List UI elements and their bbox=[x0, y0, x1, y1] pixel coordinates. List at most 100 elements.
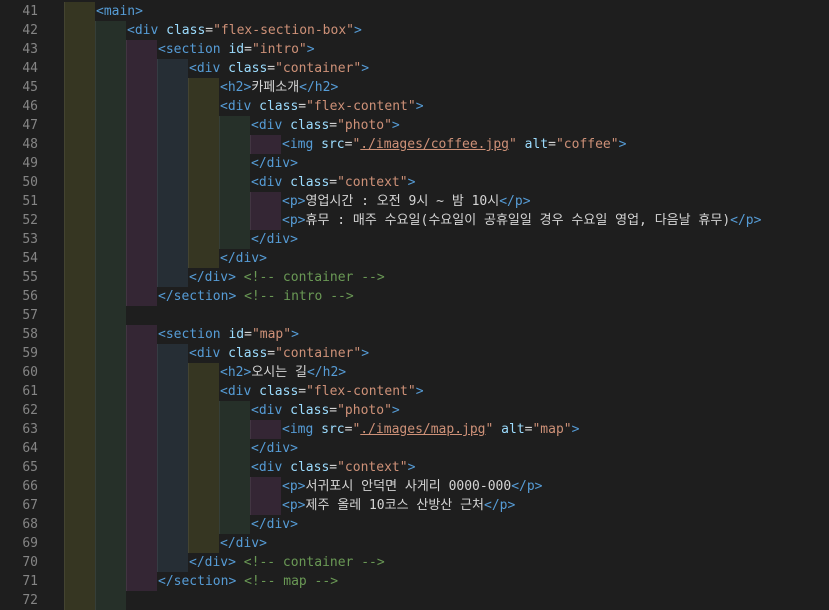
indent-guide-line bbox=[219, 401, 220, 420]
code-line[interactable]: 49 </div> bbox=[0, 154, 829, 173]
token-tag: </p> bbox=[499, 194, 531, 209]
indent-guide bbox=[188, 192, 219, 211]
indent-guide bbox=[95, 591, 126, 610]
indent-guide bbox=[126, 192, 157, 211]
code-line[interactable]: 47 <div class="photo"> bbox=[0, 116, 829, 135]
indent-guide-line bbox=[126, 135, 127, 154]
token-str: " bbox=[509, 137, 517, 152]
indent-guide bbox=[126, 363, 157, 382]
indent-guide-line bbox=[95, 97, 96, 116]
token-text: = bbox=[244, 327, 252, 342]
code-line[interactable]: 62 <div class="photo"> bbox=[0, 401, 829, 420]
indent-guide-line bbox=[95, 439, 96, 458]
code-line[interactable]: 64 </div> bbox=[0, 439, 829, 458]
code-text: </div> bbox=[220, 534, 267, 553]
indent-guide bbox=[64, 173, 95, 192]
token-link[interactable]: ./images/coffee.jpg bbox=[360, 137, 509, 152]
line-number: 53 bbox=[22, 232, 38, 247]
indent-guide-line bbox=[157, 192, 158, 211]
code-line[interactable]: 52 <p>휴무 : 매주 수요일(수요일이 공휴일일 경우 수요일 영업, 다음… bbox=[0, 211, 829, 230]
code-line[interactable]: 42 <div class="flex-section-box"> bbox=[0, 21, 829, 40]
indent-guide-line bbox=[157, 211, 158, 230]
code-line[interactable]: 63 <img src="./images/map.jpg" alt="map"> bbox=[0, 420, 829, 439]
code-line[interactable]: 45 <h2>카페소개</h2> bbox=[0, 78, 829, 97]
code-line[interactable]: 51 <p>영업시간 : 오전 9시 ~ 밤 10시</p> bbox=[0, 192, 829, 211]
token-attr: class bbox=[228, 346, 268, 361]
code-line[interactable]: 66 <p>서귀포시 안덕면 사게리 0000-000</p> bbox=[0, 477, 829, 496]
indent-guide-line bbox=[188, 458, 189, 477]
token-tag: <p> bbox=[282, 213, 306, 228]
token-tag: > bbox=[571, 422, 580, 437]
indent-guide-line bbox=[219, 154, 220, 173]
token-attr: id bbox=[228, 327, 245, 342]
code-line[interactable]: 54 </div> bbox=[0, 249, 829, 268]
indent-guide-line bbox=[64, 135, 65, 154]
indent-guide bbox=[95, 230, 126, 249]
code-line[interactable]: 53 </div> bbox=[0, 230, 829, 249]
line-number: 66 bbox=[22, 479, 38, 494]
token-tag: </h2> bbox=[299, 80, 339, 95]
token-tag: </div> bbox=[189, 270, 236, 285]
code-line[interactable]: 59 <div class="container"> bbox=[0, 344, 829, 363]
token-attr: class bbox=[259, 99, 299, 114]
code-line[interactable]: 68 </div> bbox=[0, 515, 829, 534]
code-line[interactable]: 41 <main> bbox=[0, 2, 829, 21]
code-line[interactable]: 61 <div class="flex-content"> bbox=[0, 382, 829, 401]
indent-guide-line bbox=[188, 135, 189, 154]
code-line[interactable]: 70 </div> <!-- container --> bbox=[0, 553, 829, 572]
indent-guide bbox=[126, 154, 157, 173]
code-line[interactable]: 55 </div> <!-- container --> bbox=[0, 268, 829, 287]
code-line[interactable]: 72 bbox=[0, 591, 829, 610]
token-text: = bbox=[329, 175, 338, 190]
indent-guide bbox=[64, 211, 95, 230]
code-line[interactable]: 43 <section id="intro"> bbox=[0, 40, 829, 59]
code-line[interactable]: 44 <div class="container"> bbox=[0, 59, 829, 78]
code-line[interactable]: 46 <div class="flex-content"> bbox=[0, 97, 829, 116]
token-link[interactable]: ./images/map.jpg bbox=[360, 422, 485, 437]
token-tag: <section bbox=[158, 327, 229, 342]
indent-guide-line bbox=[188, 401, 189, 420]
indent-guide-line bbox=[95, 420, 96, 439]
code-line[interactable]: 67 <p>제주 올레 10코스 산방산 근처</p> bbox=[0, 496, 829, 515]
indent-guide-line bbox=[126, 287, 127, 306]
code-line[interactable]: 58 <section id="map"> bbox=[0, 325, 829, 344]
token-text: = bbox=[267, 61, 276, 76]
indent-guide bbox=[219, 439, 250, 458]
indent-guide bbox=[126, 78, 157, 97]
token-text: 제주 올레 10코스 산방산 근처 bbox=[305, 498, 485, 513]
indent-guide bbox=[64, 2, 95, 21]
code-line[interactable]: 57 bbox=[0, 306, 829, 325]
indent-guide bbox=[219, 211, 250, 230]
code-line[interactable]: 69 </div> bbox=[0, 534, 829, 553]
token-tag: > bbox=[407, 460, 416, 475]
indent-guide-line bbox=[157, 249, 158, 268]
indent-guide bbox=[126, 116, 157, 135]
indent-guide bbox=[126, 40, 157, 59]
code-line[interactable]: 71 </section> <!-- map --> bbox=[0, 572, 829, 591]
code-text: <div class="flex-content"> bbox=[220, 382, 424, 401]
token-tag: > bbox=[354, 23, 362, 38]
indent-guide-line bbox=[126, 420, 127, 439]
code-line[interactable]: 65 <div class="context"> bbox=[0, 458, 829, 477]
indent-guide bbox=[64, 268, 95, 287]
code-line[interactable]: 60 <h2>오시는 길</h2> bbox=[0, 363, 829, 382]
token-tag: > bbox=[415, 384, 424, 399]
token-tag: <p> bbox=[282, 194, 306, 209]
indent-guide-line bbox=[95, 458, 96, 477]
code-text: </div> <!-- container --> bbox=[189, 553, 385, 572]
code-text: <p>휴무 : 매주 수요일(수요일이 공휴일일 경우 수요일 영업, 다음날 … bbox=[282, 211, 761, 230]
indent-guide bbox=[219, 515, 250, 534]
indent-guide-line bbox=[95, 287, 96, 306]
token-tag: </div> bbox=[251, 517, 298, 532]
code-editor[interactable]: 41 <main> 42 <div class="flex-section-box">… bbox=[0, 0, 829, 610]
indent-guide-line bbox=[126, 534, 127, 553]
indent-guide bbox=[219, 458, 250, 477]
code-line[interactable]: 56 </section> <!-- intro --> bbox=[0, 287, 829, 306]
token-text: = bbox=[298, 99, 307, 114]
indent-guide-line bbox=[95, 325, 96, 344]
code-line[interactable]: 50 <div class="context"> bbox=[0, 173, 829, 192]
code-line[interactable]: 48 <img src="./images/coffee.jpg" alt="co… bbox=[0, 135, 829, 154]
indent-guide bbox=[64, 78, 95, 97]
token-attr: class bbox=[290, 403, 330, 418]
indent-guide-line bbox=[95, 59, 96, 78]
